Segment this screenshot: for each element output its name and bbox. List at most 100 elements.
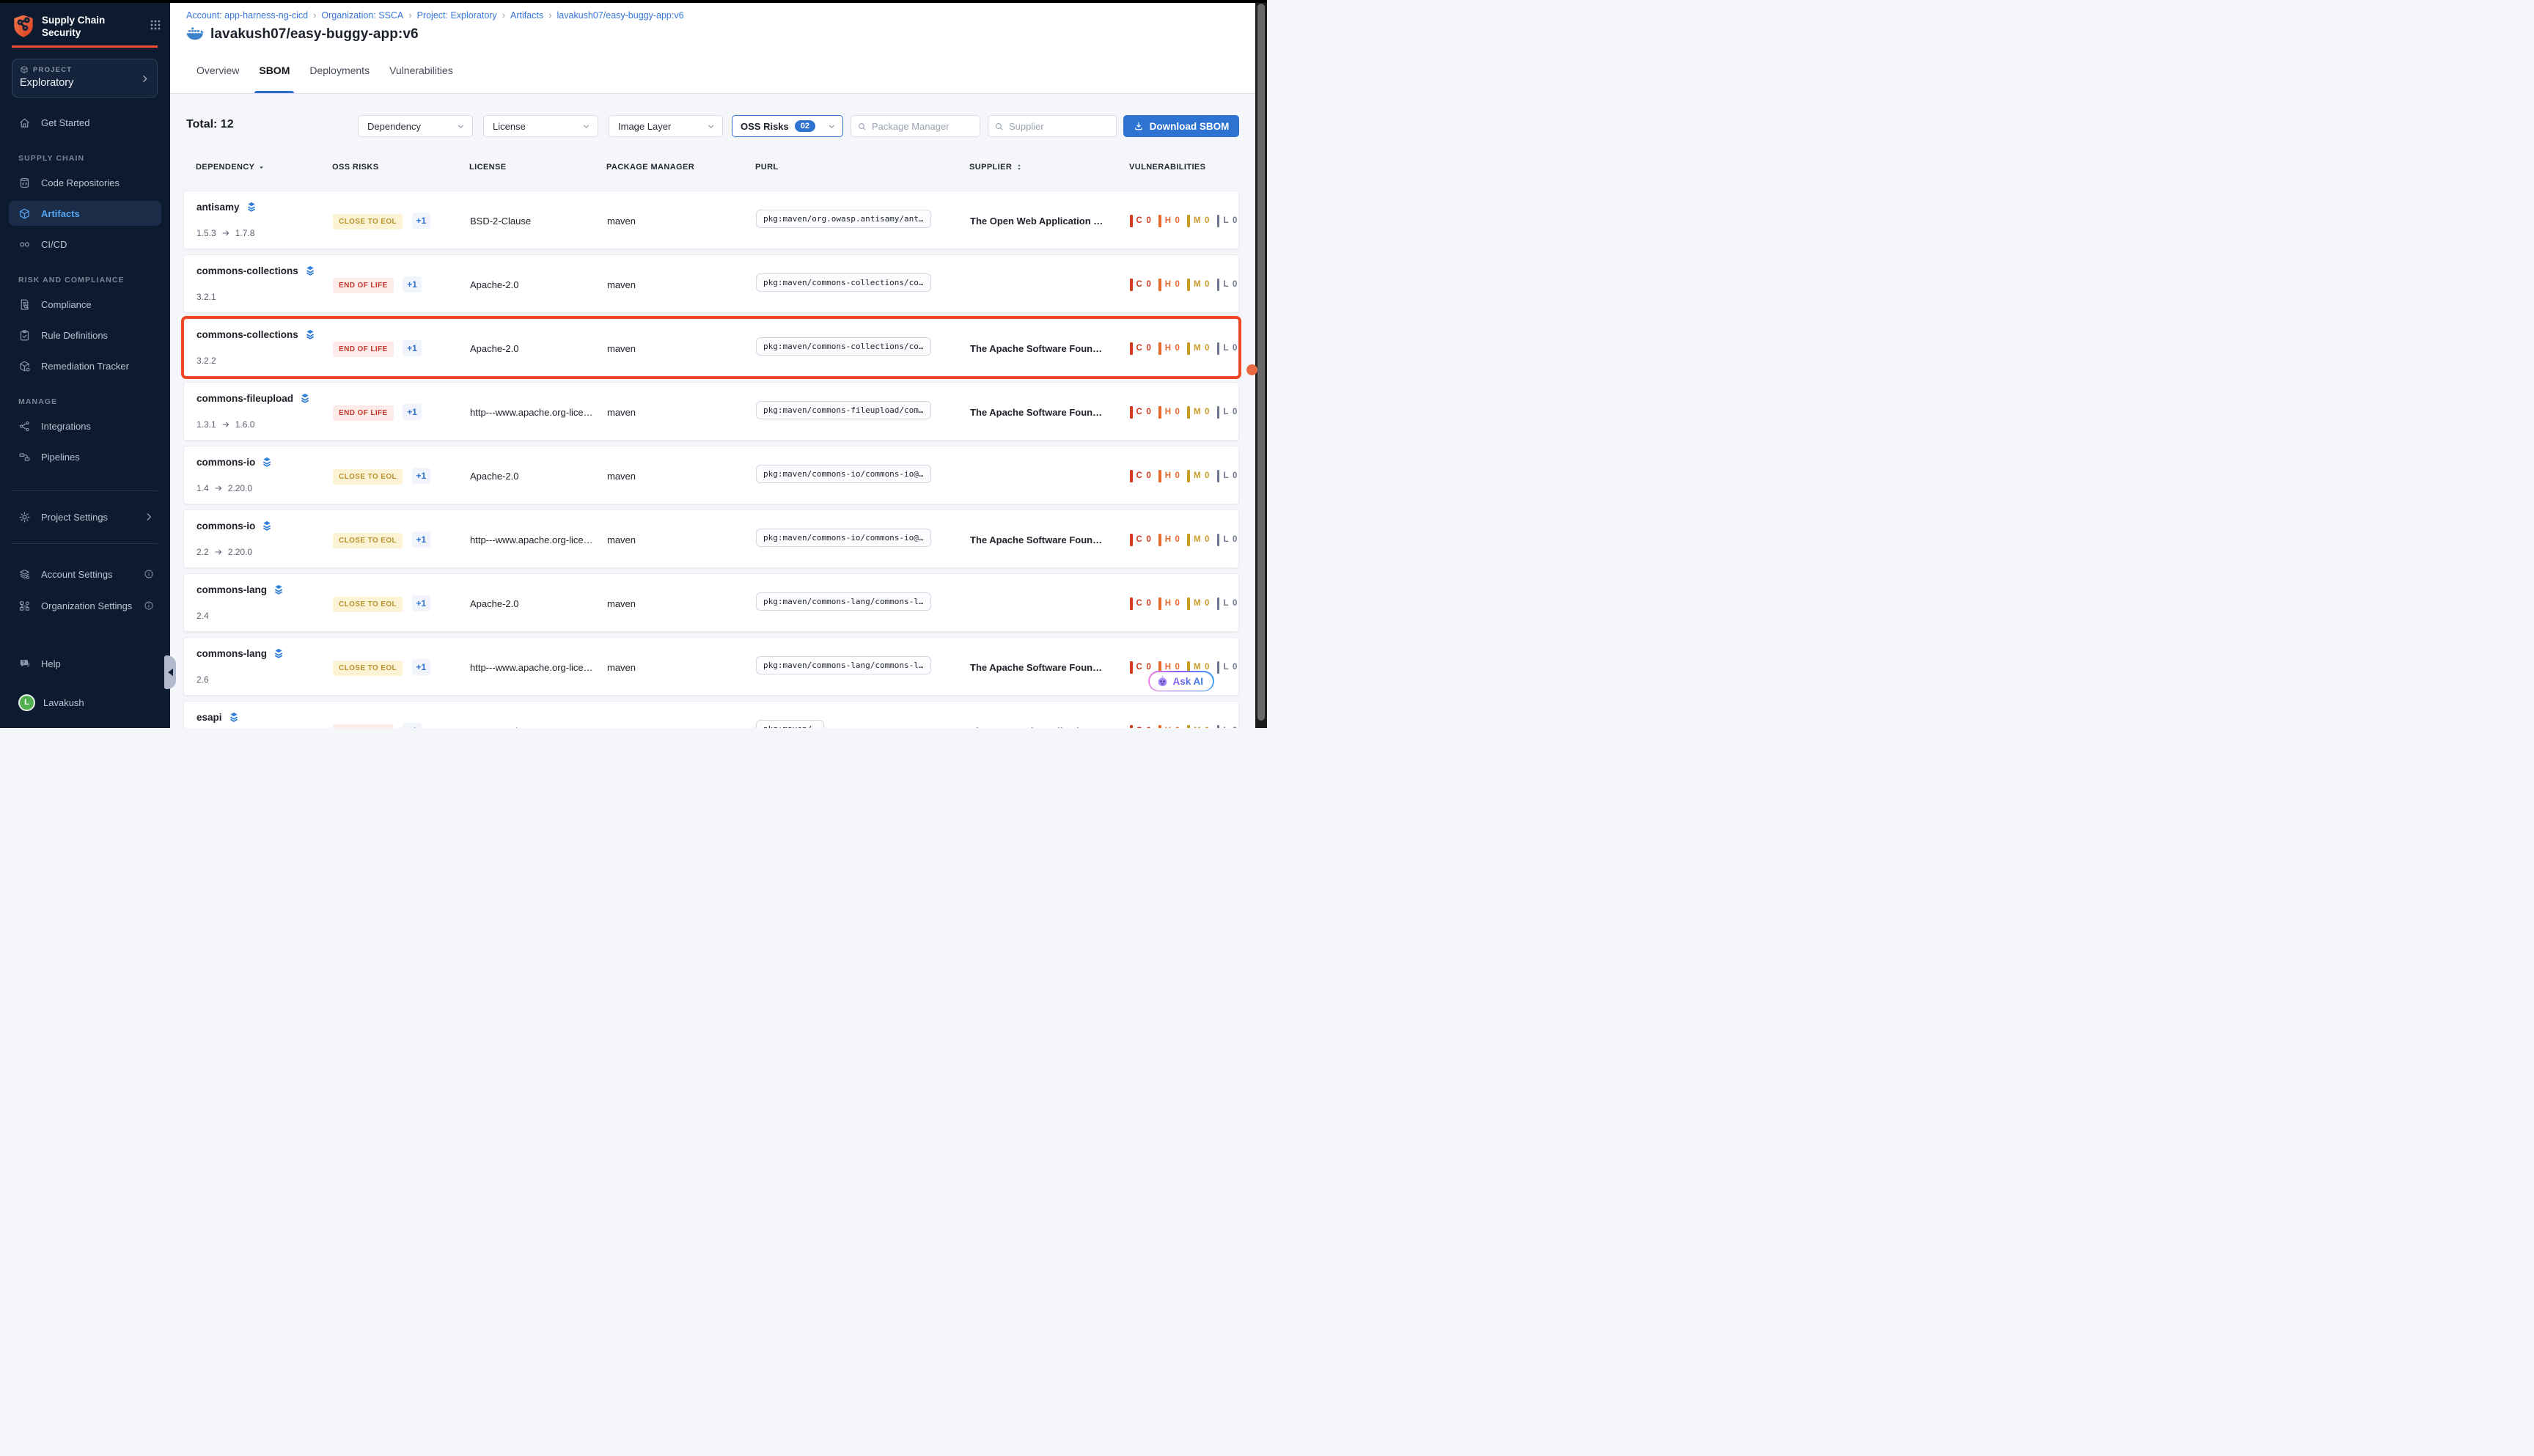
sidebar-item-code-repositories[interactable]: Code Repositories (9, 170, 161, 195)
tab-label: Vulnerabilities (389, 65, 453, 76)
breadcrumb-link[interactable]: Project: Exploratory (417, 10, 497, 21)
risk-extra-badge[interactable]: +1 (412, 595, 431, 611)
risk-extra-badge[interactable]: +1 (412, 532, 431, 548)
vuln-badge-h: H0 (1158, 470, 1180, 482)
license-cell: http---www.apache.org-lice… (470, 662, 607, 673)
oss-risks-cell: CLOSE TO EOL +1 (333, 468, 470, 485)
purl-value[interactable]: pkg:maven/commons-collections/co… (756, 337, 931, 356)
table-row[interactable]: commons-lang 2.6 CLOSE TO EOL +1 http---… (183, 637, 1239, 696)
dependency-name: esapi (197, 712, 222, 723)
info-icon[interactable] (144, 569, 154, 579)
sort-both-icon[interactable] (1016, 163, 1023, 172)
risk-badge: END OF LIFE (333, 724, 394, 729)
sidebar-item-compliance[interactable]: Compliance (9, 292, 161, 317)
download-sbom-button[interactable]: Download SBOM (1123, 115, 1239, 137)
package-manager-search-input[interactable] (872, 121, 974, 132)
vuln-letter: L (1223, 663, 1229, 672)
sidebar-item-account-settings[interactable]: Account Settings (9, 562, 161, 587)
sidebar-collapse-handle[interactable] (164, 655, 176, 689)
tab-sbom[interactable]: SBOM (259, 48, 290, 93)
page-title: lavakush07/easy-buggy-app:v6 (210, 26, 419, 43)
column-header-supplier[interactable]: SUPPLIER (969, 163, 1129, 172)
purl-cell: pkg:maven/… (756, 720, 970, 728)
tab-vulnerabilities[interactable]: Vulnerabilities (389, 48, 453, 93)
dependency-cell: commons-collections 3.2.2 (197, 319, 333, 378)
breadcrumb-link[interactable]: Account: app-harness-ng-cicd (186, 10, 308, 21)
tab-deployments[interactable]: Deployments (309, 48, 370, 93)
chevron-down-icon (457, 122, 465, 130)
vuln-severity-bar (1158, 598, 1161, 610)
purl-value[interactable]: pkg:maven/commons-io/commons-io@… (756, 529, 931, 547)
vuln-letter: C (1136, 344, 1143, 353)
scrollbar-thumb[interactable] (1257, 4, 1265, 721)
arrow-right-icon (221, 229, 230, 238)
vuln-badge-c: C0 (1130, 342, 1151, 355)
sidebar-item-integrations[interactable]: Integrations (9, 413, 161, 438)
column-header-dependency[interactable]: DEPENDENCY (196, 163, 332, 172)
vuln-severity-bar (1130, 598, 1133, 610)
vuln-count: 0 (1233, 216, 1238, 225)
tab-overview[interactable]: Overview (197, 48, 239, 93)
vuln-severity-bar (1158, 279, 1161, 291)
table-row[interactable]: commons-lang 2.4 CLOSE TO EOL +1 Apache-… (183, 573, 1239, 632)
risk-extra-badge[interactable]: +1 (403, 340, 422, 356)
sort-desc-icon[interactable] (258, 164, 265, 171)
info-icon[interactable] (144, 600, 154, 611)
column-header-license: LICENSE (469, 163, 606, 172)
table-row[interactable]: commons-io 1.4 2.20.0 CLOSE TO EOL +1 Ap… (183, 446, 1239, 504)
sidebar-item-pipelines[interactable]: Pipelines (9, 444, 161, 469)
project-selector[interactable]: PROJECT Exploratory (12, 59, 158, 98)
purl-value[interactable]: pkg:maven/commons-fileupload/com… (756, 401, 931, 419)
breadcrumb-link[interactable]: lavakush07/easy-buggy-app:v6 (557, 10, 684, 21)
purl-value[interactable]: pkg:maven/commons-lang/commons-l… (756, 656, 931, 674)
vuln-severity-bar (1187, 279, 1190, 291)
license-cell: Apache-2.0 (470, 279, 607, 290)
purl-value[interactable]: pkg:maven/org.owasp.antisamy/ant… (756, 210, 931, 228)
sidebar-item-label: Project Settings (41, 512, 108, 523)
vuln-count: 0 (1205, 471, 1210, 480)
breadcrumb-link[interactable]: Organization: SSCA (321, 10, 403, 21)
sidebar-item-artifacts[interactable]: Artifacts (9, 201, 161, 226)
dependency-filter-dropdown[interactable]: Dependency (358, 115, 473, 137)
supplier-search-input[interactable] (1009, 121, 1110, 132)
vulnerabilities-cell: C0H0M0L0 (1130, 406, 1238, 419)
app-switcher-grid-icon[interactable] (150, 19, 161, 31)
vuln-letter: M (1194, 471, 1201, 480)
table-row[interactable]: commons-fileupload 1.3.1 1.6.0 END OF LI… (183, 382, 1239, 441)
breadcrumb-link[interactable]: Artifacts (510, 10, 543, 21)
sidebar-item-label: Artifacts (41, 208, 80, 219)
sidebar-item-remediation-tracker[interactable]: Remediation Tracker (9, 353, 161, 378)
purl-value[interactable]: pkg:maven/commons-collections/co… (756, 273, 931, 292)
purl-value[interactable]: pkg:maven/… (756, 720, 824, 728)
sidebar-item-rule-definitions[interactable]: Rule Definitions (9, 323, 161, 348)
sidebar-user-menu[interactable]: L Lavakush (9, 690, 161, 715)
risk-extra-badge[interactable]: +1 (403, 723, 422, 729)
table-row[interactable]: commons-io 2.2 2.20.0 CLOSE TO EOL +1 ht… (183, 510, 1239, 568)
ask-ai-button[interactable]: Ask AI (1148, 671, 1214, 691)
vulnerabilities-cell: C0H0M0L0 (1130, 725, 1238, 729)
risk-extra-badge[interactable]: +1 (403, 276, 422, 293)
table-row[interactable]: antisamy 1.5.3 1.7.8 CLOSE TO EOL +1 BSD… (183, 191, 1239, 249)
vuln-count: 0 (1233, 535, 1238, 544)
license-filter-dropdown[interactable]: License (483, 115, 598, 137)
breadcrumb-separator: › (313, 10, 316, 21)
table-row[interactable]: commons-collections 3.2.2 END OF LIFE +1… (183, 318, 1239, 377)
brand-accent-line (12, 45, 158, 48)
table-row[interactable]: esapi END OF LIFE +1 BSD Creative Common… (183, 701, 1239, 728)
risk-extra-badge[interactable]: +1 (412, 468, 431, 484)
purl-value[interactable]: pkg:maven/commons-io/commons-io@… (756, 465, 931, 483)
table-row[interactable]: commons-collections 3.2.1 END OF LIFE +1… (183, 254, 1239, 313)
sidebar-item-organization-settings[interactable]: Organization Settings (9, 593, 161, 618)
risk-extra-badge[interactable]: +1 (412, 213, 431, 229)
purl-value[interactable]: pkg:maven/commons-lang/commons-l… (756, 592, 931, 611)
app-window: Supply Chain Security PROJECT Explorator… (0, 0, 1267, 728)
sidebar-item-ci-cd[interactable]: CI/CD (9, 232, 161, 257)
vuln-letter: M (1194, 727, 1201, 728)
risk-extra-badge[interactable]: +1 (412, 659, 431, 675)
oss-risks-filter-dropdown[interactable]: OSS Risks 02 (732, 115, 843, 137)
risk-extra-badge[interactable]: +1 (403, 404, 422, 420)
sidebar-item-help[interactable]: Help (9, 651, 161, 676)
sidebar-item-get-started[interactable]: Get Started (9, 110, 161, 135)
image-layer-filter-dropdown[interactable]: Image Layer (609, 115, 723, 137)
sidebar-item-project-settings[interactable]: Project Settings (9, 504, 161, 529)
